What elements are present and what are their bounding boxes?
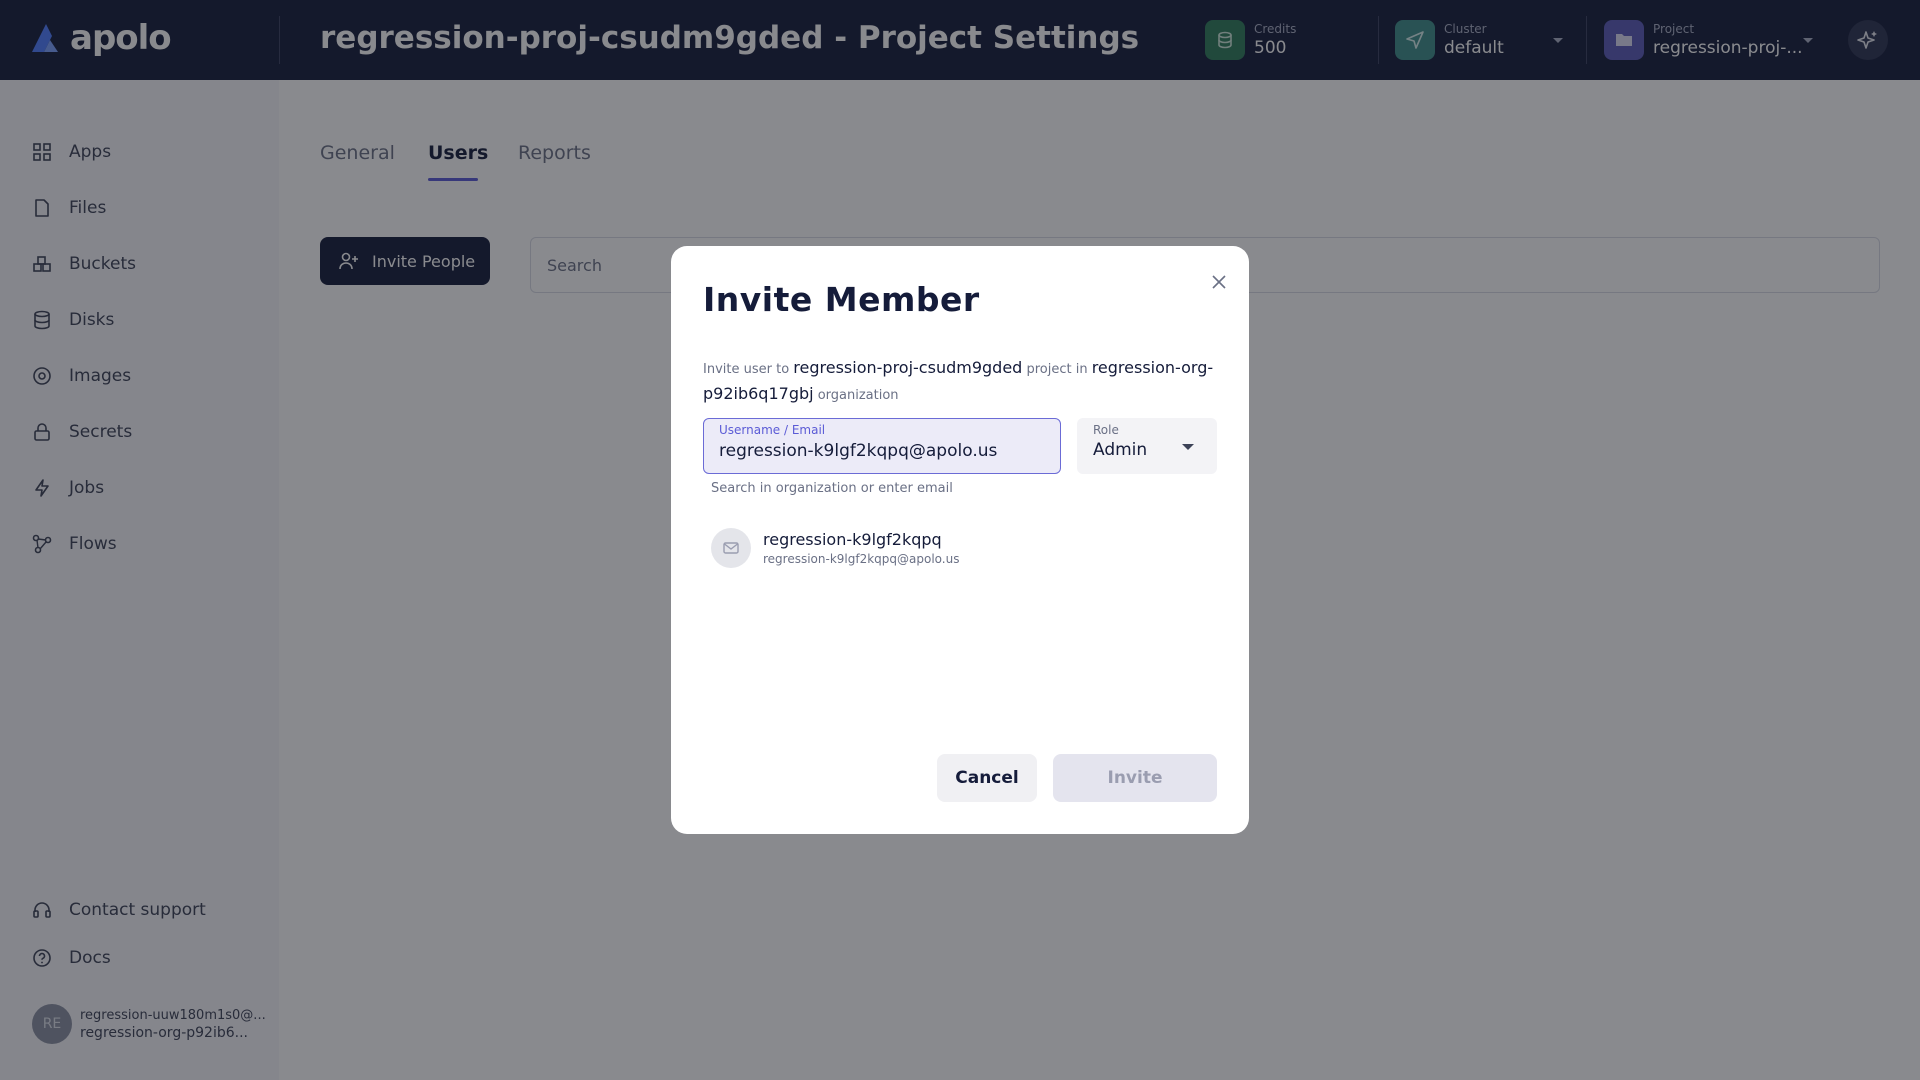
chevron-down-icon — [1182, 444, 1194, 450]
mail-icon — [711, 528, 751, 568]
desc-project-name: regression-proj-csudm9gded — [793, 358, 1023, 377]
cancel-button[interactable]: Cancel — [937, 754, 1037, 802]
username-email-value[interactable]: regression-k9lgf2kqpq@apolo.us — [719, 441, 997, 461]
dialog-description: Invite user to regression-proj-csudm9gde… — [703, 356, 1223, 408]
suggestion-name: regression-k9lgf2kqpq — [763, 530, 942, 549]
desc-middle: project in — [1026, 362, 1088, 377]
username-help-text: Search in organization or enter email — [711, 481, 953, 496]
suggestion-email: regression-k9lgf2kqpq@apolo.us — [763, 552, 960, 566]
username-email-field[interactable]: Username / Email regression-k9lgf2kqpq@a… — [703, 418, 1061, 474]
role-value: Admin — [1093, 440, 1148, 460]
desc-prefix: Invite user to — [703, 362, 790, 377]
invite-member-dialog: Invite Member Invite user to regression-… — [671, 246, 1249, 834]
close-icon — [1212, 275, 1226, 289]
desc-suffix: organization — [817, 388, 899, 403]
invite-button[interactable]: Invite — [1053, 754, 1217, 802]
role-label: Role — [1093, 423, 1119, 437]
role-select[interactable]: Role Admin — [1077, 418, 1217, 474]
user-suggestion-item[interactable]: regression-k9lgf2kqpq regression-k9lgf2k… — [711, 528, 959, 568]
close-button[interactable] — [1207, 270, 1231, 294]
dialog-title: Invite Member — [703, 280, 980, 319]
username-email-label: Username / Email — [719, 423, 826, 437]
